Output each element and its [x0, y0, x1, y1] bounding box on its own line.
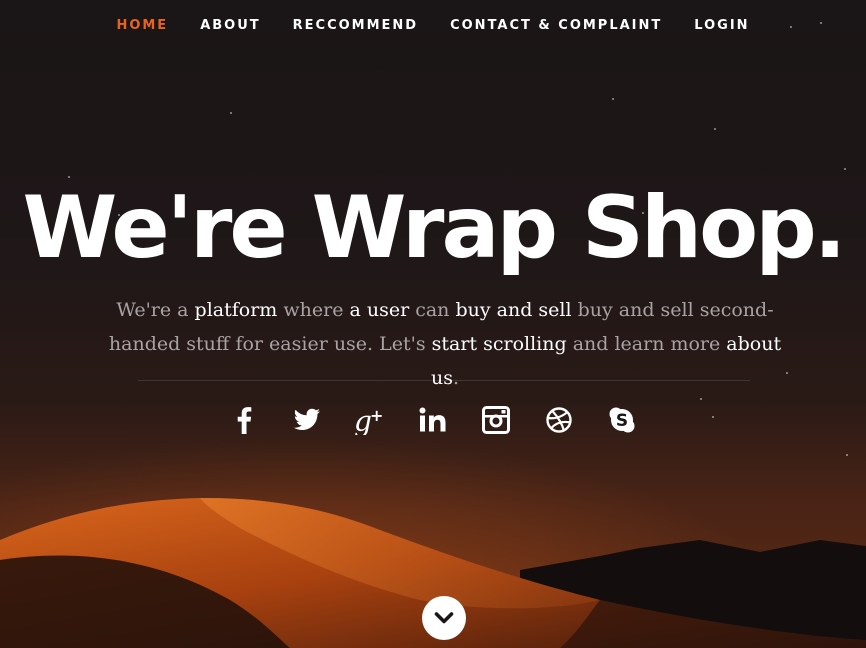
skype-icon[interactable]: S — [605, 400, 639, 440]
nav-reccommend[interactable]: RECCOMMEND — [293, 18, 418, 33]
nav-login[interactable]: LOGIN — [694, 18, 749, 33]
twitter-icon[interactable] — [290, 400, 324, 440]
scroll-down-button[interactable] — [422, 596, 466, 640]
nav-contact-complaint[interactable]: CONTACT & COMPLAINT — [450, 18, 662, 33]
dribbble-icon[interactable] — [542, 400, 576, 440]
svg-text:S: S — [616, 411, 628, 431]
chevron-down-icon — [434, 612, 454, 624]
nav-about[interactable]: ABOUT — [200, 18, 260, 33]
social-links: g + S — [0, 400, 866, 440]
google-plus-icon[interactable]: g + — [353, 400, 387, 440]
top-navigation: HOME ABOUT RECCOMMEND CONTACT & COMPLAIN… — [0, 0, 866, 50]
divider — [138, 380, 750, 381]
svg-text:+: + — [370, 406, 383, 425]
linkedin-icon[interactable] — [416, 400, 450, 440]
facebook-icon[interactable] — [227, 400, 261, 440]
instagram-icon[interactable] — [479, 400, 513, 440]
hero-title: We're Wrap Shop. — [22, 178, 847, 278]
nav-home[interactable]: HOME — [116, 18, 168, 33]
hero-section: HOME ABOUT RECCOMMEND CONTACT & COMPLAIN… — [0, 0, 866, 648]
